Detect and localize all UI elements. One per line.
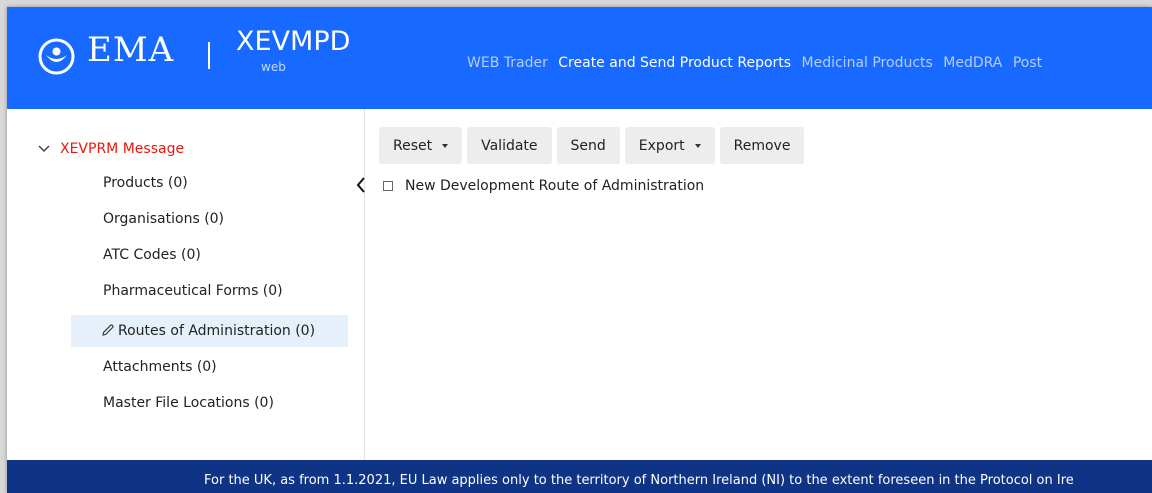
footer-notice: For the UK, as from 1.1.2021, EU Law app… [204, 473, 1074, 488]
new-development-route-checkbox[interactable] [383, 181, 393, 191]
caret-down-icon [442, 143, 449, 148]
tree-item-attachments[interactable]: Attachments (0) [71, 351, 348, 383]
brand-separator [208, 42, 210, 69]
new-development-route-label: New Development Route of Administration [405, 178, 705, 194]
sidebar-tree: XEVPRM Message Products (0) Organisation… [7, 109, 365, 460]
action-toolbar: Reset Validate Send Export Remove [379, 127, 809, 164]
new-development-route-row[interactable]: New Development Route of Administration [383, 178, 704, 194]
tree-item-label: Master File Locations (0) [103, 395, 274, 411]
chevron-down-icon[interactable] [37, 144, 51, 154]
reset-button[interactable]: Reset [379, 127, 463, 164]
product-name: XEVMPD [236, 26, 351, 57]
product-subtitle: web [261, 60, 286, 74]
tree-item-label: Pharmaceutical Forms (0) [103, 283, 283, 299]
tree-item-label: ATC Codes (0) [103, 247, 201, 263]
ema-logo-icon[interactable] [38, 38, 75, 75]
send-button[interactable]: Send [556, 127, 620, 164]
tree-item-organisations[interactable]: Organisations (0) [71, 203, 348, 235]
tree-item-routes-of-administration[interactable]: Routes of Administration (0) [71, 315, 348, 347]
top-nav: WEB Trader Create and Send Product Repor… [467, 55, 1048, 71]
tree-root-label: XEVPRM Message [60, 141, 185, 157]
pencil-icon [102, 324, 114, 336]
tree-item-atc-codes[interactable]: ATC Codes (0) [71, 239, 348, 271]
nav-create-send-reports[interactable]: Create and Send Product Reports [558, 55, 791, 71]
nav-web-trader[interactable]: WEB Trader [467, 55, 548, 71]
tree-item-label: Organisations (0) [103, 211, 225, 227]
tree-item-products[interactable]: Products (0) [71, 167, 348, 199]
tree-item-label: Products (0) [103, 175, 188, 191]
tree-item-master-file-locations[interactable]: Master File Locations (0) [71, 387, 348, 419]
reset-label: Reset [393, 137, 433, 154]
remove-button[interactable]: Remove [719, 127, 805, 164]
tree-item-pharmaceutical-forms[interactable]: Pharmaceutical Forms (0) [71, 275, 348, 307]
tree-item-label: Attachments (0) [103, 359, 217, 375]
chevron-left-icon[interactable] [355, 176, 367, 194]
app-window: EMA XEVMPD web WEB Trader Create and Sen… [7, 7, 1152, 493]
nav-post[interactable]: Post [1013, 55, 1042, 71]
nav-meddra[interactable]: MedDRA [943, 55, 1002, 71]
nav-medicinal-products[interactable]: Medicinal Products [802, 55, 933, 71]
brand-name: EMA [87, 30, 175, 70]
tree-item-label: Routes of Administration (0) [118, 323, 316, 339]
export-button[interactable]: Export [624, 127, 715, 164]
app-header: EMA XEVMPD web WEB Trader Create and Sen… [7, 7, 1152, 109]
caret-down-icon [694, 143, 701, 148]
validate-button[interactable]: Validate [467, 127, 552, 164]
export-label: Export [638, 137, 685, 154]
tree-root-xevprm-message[interactable]: XEVPRM Message [37, 141, 184, 157]
legal-footer: For the UK, as from 1.1.2021, EU Law app… [7, 460, 1152, 493]
